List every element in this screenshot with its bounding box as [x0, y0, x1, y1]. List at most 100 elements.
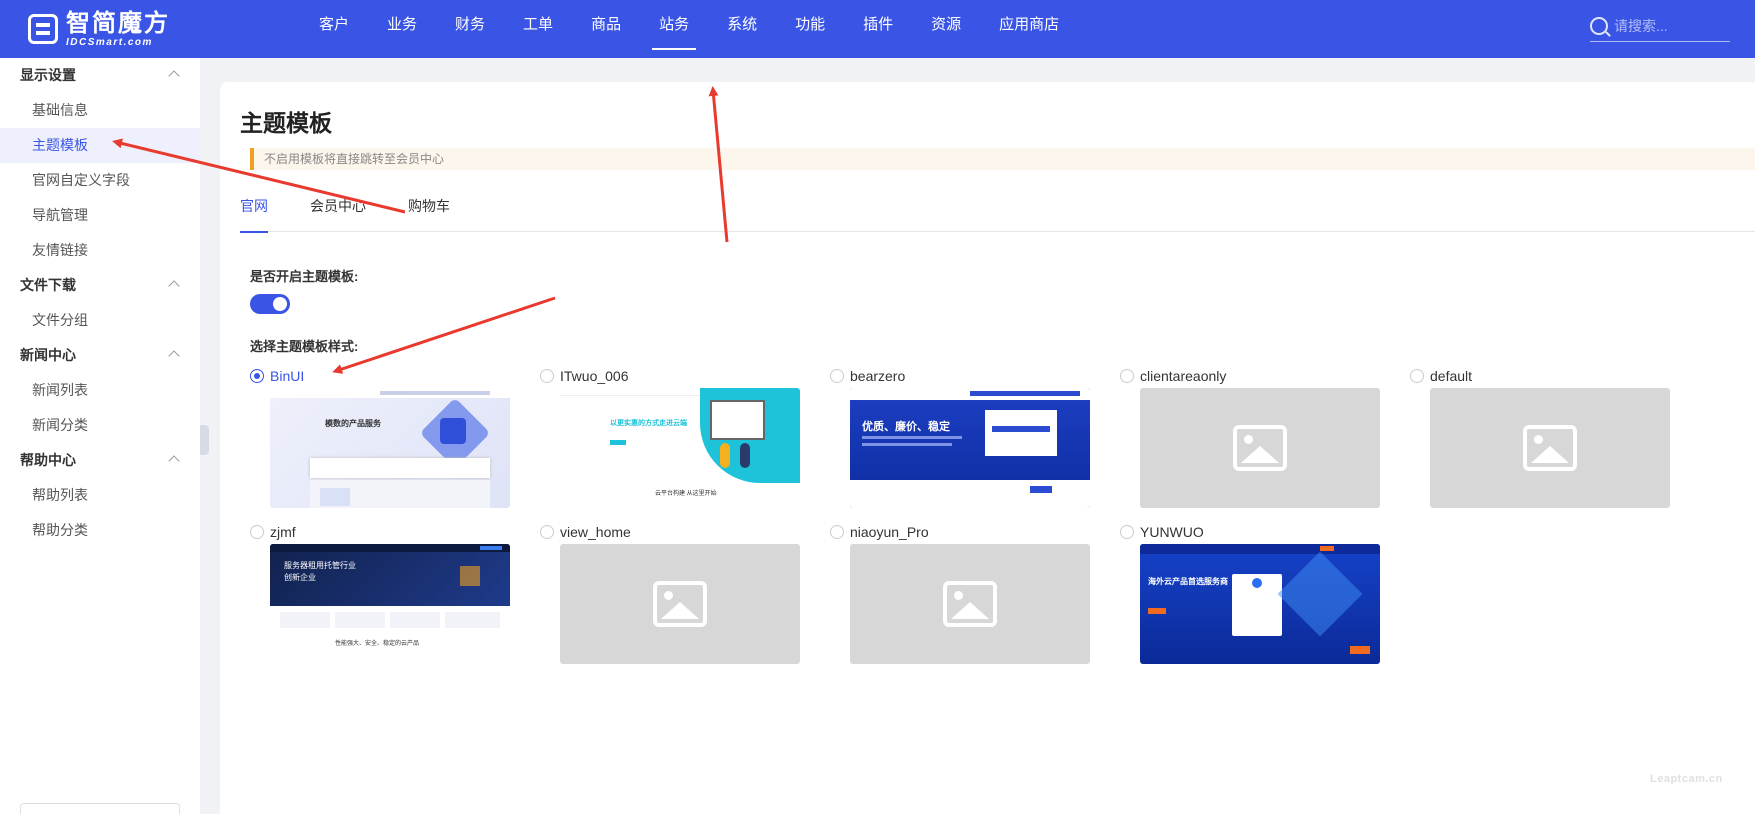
radio-unchecked-icon[interactable]: [250, 525, 264, 539]
notice-banner: 不启用模板将直接跳转至会员中心: [250, 148, 1755, 170]
theme-thumbnail-niaoyun-pro[interactable]: [850, 544, 1090, 664]
thumb-text: 云平台构建 从这里开始: [655, 491, 717, 497]
search-icon[interactable]: [1590, 16, 1608, 35]
logo-icon: [28, 14, 58, 44]
nav-item-customer[interactable]: 客户: [300, 0, 368, 58]
nav-item-system[interactable]: 系统: [708, 0, 776, 58]
theme-name: ITwuo_006: [560, 368, 629, 384]
radio-unchecked-icon[interactable]: [1410, 369, 1424, 383]
thumb-text: 性能强大、安全、稳定的云产品: [335, 641, 420, 647]
theme-thumbnail-clientareaonly[interactable]: [1140, 388, 1380, 508]
radio-unchecked-icon[interactable]: [830, 369, 844, 383]
image-placeholder-icon: [943, 581, 997, 627]
sidebar-group-file-download[interactable]: 文件下载: [0, 268, 200, 303]
sidebar-group-news-center[interactable]: 新闻中心: [0, 338, 200, 373]
top-navbar: 智简魔方 IDCSmart.com 客户 业务 财务 工单 商品 站务 系统 功…: [0, 0, 1755, 58]
sidebar-item-basic-info[interactable]: 基础信息: [0, 93, 200, 128]
nav-item-ticket[interactable]: 工单: [504, 0, 572, 58]
enable-template-toggle[interactable]: [250, 294, 290, 314]
sidebar-group-label: 显示设置: [20, 67, 76, 83]
thumb-text: 海外云产品首选服务商: [1148, 577, 1228, 586]
radio-checked-icon[interactable]: [250, 369, 264, 383]
radio-unchecked-icon[interactable]: [540, 525, 554, 539]
logo-text: 智简魔方 IDCSmart.com: [66, 9, 170, 48]
theme-radio-zjmf[interactable]: zjmf: [250, 522, 510, 542]
theme-thumbnail-bearzero[interactable]: 优质、廉价、稳定: [850, 388, 1090, 508]
watermark: Leaptcam.cn: [1650, 773, 1723, 785]
theme-radio-niaoyun-pro[interactable]: niaoyun_Pro: [830, 522, 1090, 542]
sidebar-item-nav-management[interactable]: 导航管理: [0, 198, 200, 233]
theme-card-itwuo-006: ITwuo_006 以更实惠的方式走进云端 云平台构建 从这里开始: [540, 366, 800, 516]
nav-item-product[interactable]: 商品: [572, 0, 640, 58]
sidebar-item-friend-links[interactable]: 友情链接: [0, 233, 200, 268]
thumb-text: 以更实惠的方式走进云端: [610, 420, 687, 427]
sidebar: 显示设置 基础信息 主题模板 官网自定义字段 导航管理 友情链接 文件下载 文件…: [0, 58, 200, 814]
sidebar-item-news-categories[interactable]: 新闻分类: [0, 408, 200, 443]
nav-item-business[interactable]: 业务: [368, 0, 436, 58]
theme-radio-binui[interactable]: BinUI: [250, 366, 510, 386]
sidebar-item-help-categories[interactable]: 帮助分类: [0, 513, 200, 548]
theme-card-yunwuo: YUNWUO 海外云产品首选服务商: [1120, 522, 1380, 672]
theme-card-binui: BinUI 模数的产品服务: [250, 366, 510, 516]
sidebar-item-news-list[interactable]: 新闻列表: [0, 373, 200, 408]
theme-card-niaoyun-pro: niaoyun_Pro: [830, 522, 1090, 672]
nav-item-app-store[interactable]: 应用商店: [980, 0, 1078, 58]
thumb-text: 模数的产品服务: [325, 419, 381, 428]
theme-radio-default[interactable]: default: [1410, 366, 1670, 386]
theme-name: bearzero: [850, 368, 906, 384]
logo[interactable]: 智简魔方 IDCSmart.com: [28, 10, 170, 48]
sidebar-item-file-groups[interactable]: 文件分组: [0, 303, 200, 338]
chevron-up-icon: [168, 70, 180, 82]
logo-name-en: IDCSmart.com: [66, 36, 153, 48]
theme-radio-view-home[interactable]: view_home: [540, 522, 800, 542]
search-box: [1590, 10, 1730, 42]
tab-cart[interactable]: 购物车: [408, 192, 450, 232]
image-placeholder-icon: [653, 581, 707, 627]
theme-name: default: [1430, 368, 1473, 384]
theme-thumbnail-itwuo-006[interactable]: 以更实惠的方式走进云端 云平台构建 从这里开始: [560, 388, 800, 508]
nav-item-site[interactable]: 站务: [640, 0, 708, 58]
image-placeholder-icon: [1233, 425, 1287, 471]
sidebar-item-theme-template[interactable]: 主题模板: [0, 128, 200, 163]
theme-name: BinUI: [270, 368, 305, 384]
sidebar-group-display-settings[interactable]: 显示设置: [0, 58, 200, 93]
nav-item-plugin[interactable]: 插件: [844, 0, 912, 58]
radio-unchecked-icon[interactable]: [1120, 525, 1134, 539]
theme-radio-clientareaonly[interactable]: clientareaonly: [1120, 366, 1380, 386]
nav-item-resource[interactable]: 资源: [912, 0, 980, 58]
theme-radio-itwuo-006[interactable]: ITwuo_006: [540, 366, 800, 386]
theme-thumbnail-view-home[interactable]: [560, 544, 800, 664]
sidebar-group-help-center[interactable]: 帮助中心: [0, 443, 200, 478]
image-placeholder-icon: [1523, 425, 1577, 471]
sidebar-collapse-handle[interactable]: [200, 425, 209, 455]
nav-item-finance[interactable]: 财务: [436, 0, 504, 58]
sidebar-group-label: 帮助中心: [20, 452, 76, 468]
theme-card-bearzero: bearzero 优质、廉价、稳定: [830, 366, 1090, 516]
logo-name-cn: 智简魔方: [66, 9, 170, 37]
theme-card-view-home: view_home: [540, 522, 800, 672]
sidebar-bottom-box[interactable]: [20, 803, 180, 814]
chevron-up-icon: [168, 280, 180, 292]
tab-official-site[interactable]: 官网: [240, 192, 268, 233]
nav-item-function[interactable]: 功能: [776, 0, 844, 58]
theme-thumbnail-yunwuo[interactable]: 海外云产品首选服务商: [1140, 544, 1380, 664]
main-nav: 客户 业务 财务 工单 商品 站务 系统 功能 插件 资源 应用商店: [300, 0, 1078, 58]
theme-thumbnail-default[interactable]: [1430, 388, 1670, 508]
page-title: 主题模板: [240, 110, 332, 136]
sidebar-item-help-list[interactable]: 帮助列表: [0, 478, 200, 513]
theme-radio-yunwuo[interactable]: YUNWUO: [1120, 522, 1380, 542]
theme-thumbnail-zjmf[interactable]: 服务器租用托管行业 创新企业 性能强大、安全、稳定的云产品: [270, 544, 510, 664]
theme-radio-bearzero[interactable]: bearzero: [830, 366, 1090, 386]
theme-card-default: default: [1410, 366, 1670, 516]
radio-unchecked-icon[interactable]: [1120, 369, 1134, 383]
radio-unchecked-icon[interactable]: [830, 525, 844, 539]
chevron-up-icon: [168, 455, 180, 467]
tab-member-center[interactable]: 会员中心: [310, 192, 366, 232]
radio-unchecked-icon[interactable]: [540, 369, 554, 383]
sidebar-group-label: 文件下载: [20, 277, 76, 293]
theme-thumbnail-binui[interactable]: 模数的产品服务: [270, 388, 510, 508]
sidebar-item-site-custom-fields[interactable]: 官网自定义字段: [0, 163, 200, 198]
theme-name: zjmf: [270, 524, 296, 540]
search-input[interactable]: [1614, 17, 1724, 34]
theme-name: view_home: [560, 524, 631, 540]
